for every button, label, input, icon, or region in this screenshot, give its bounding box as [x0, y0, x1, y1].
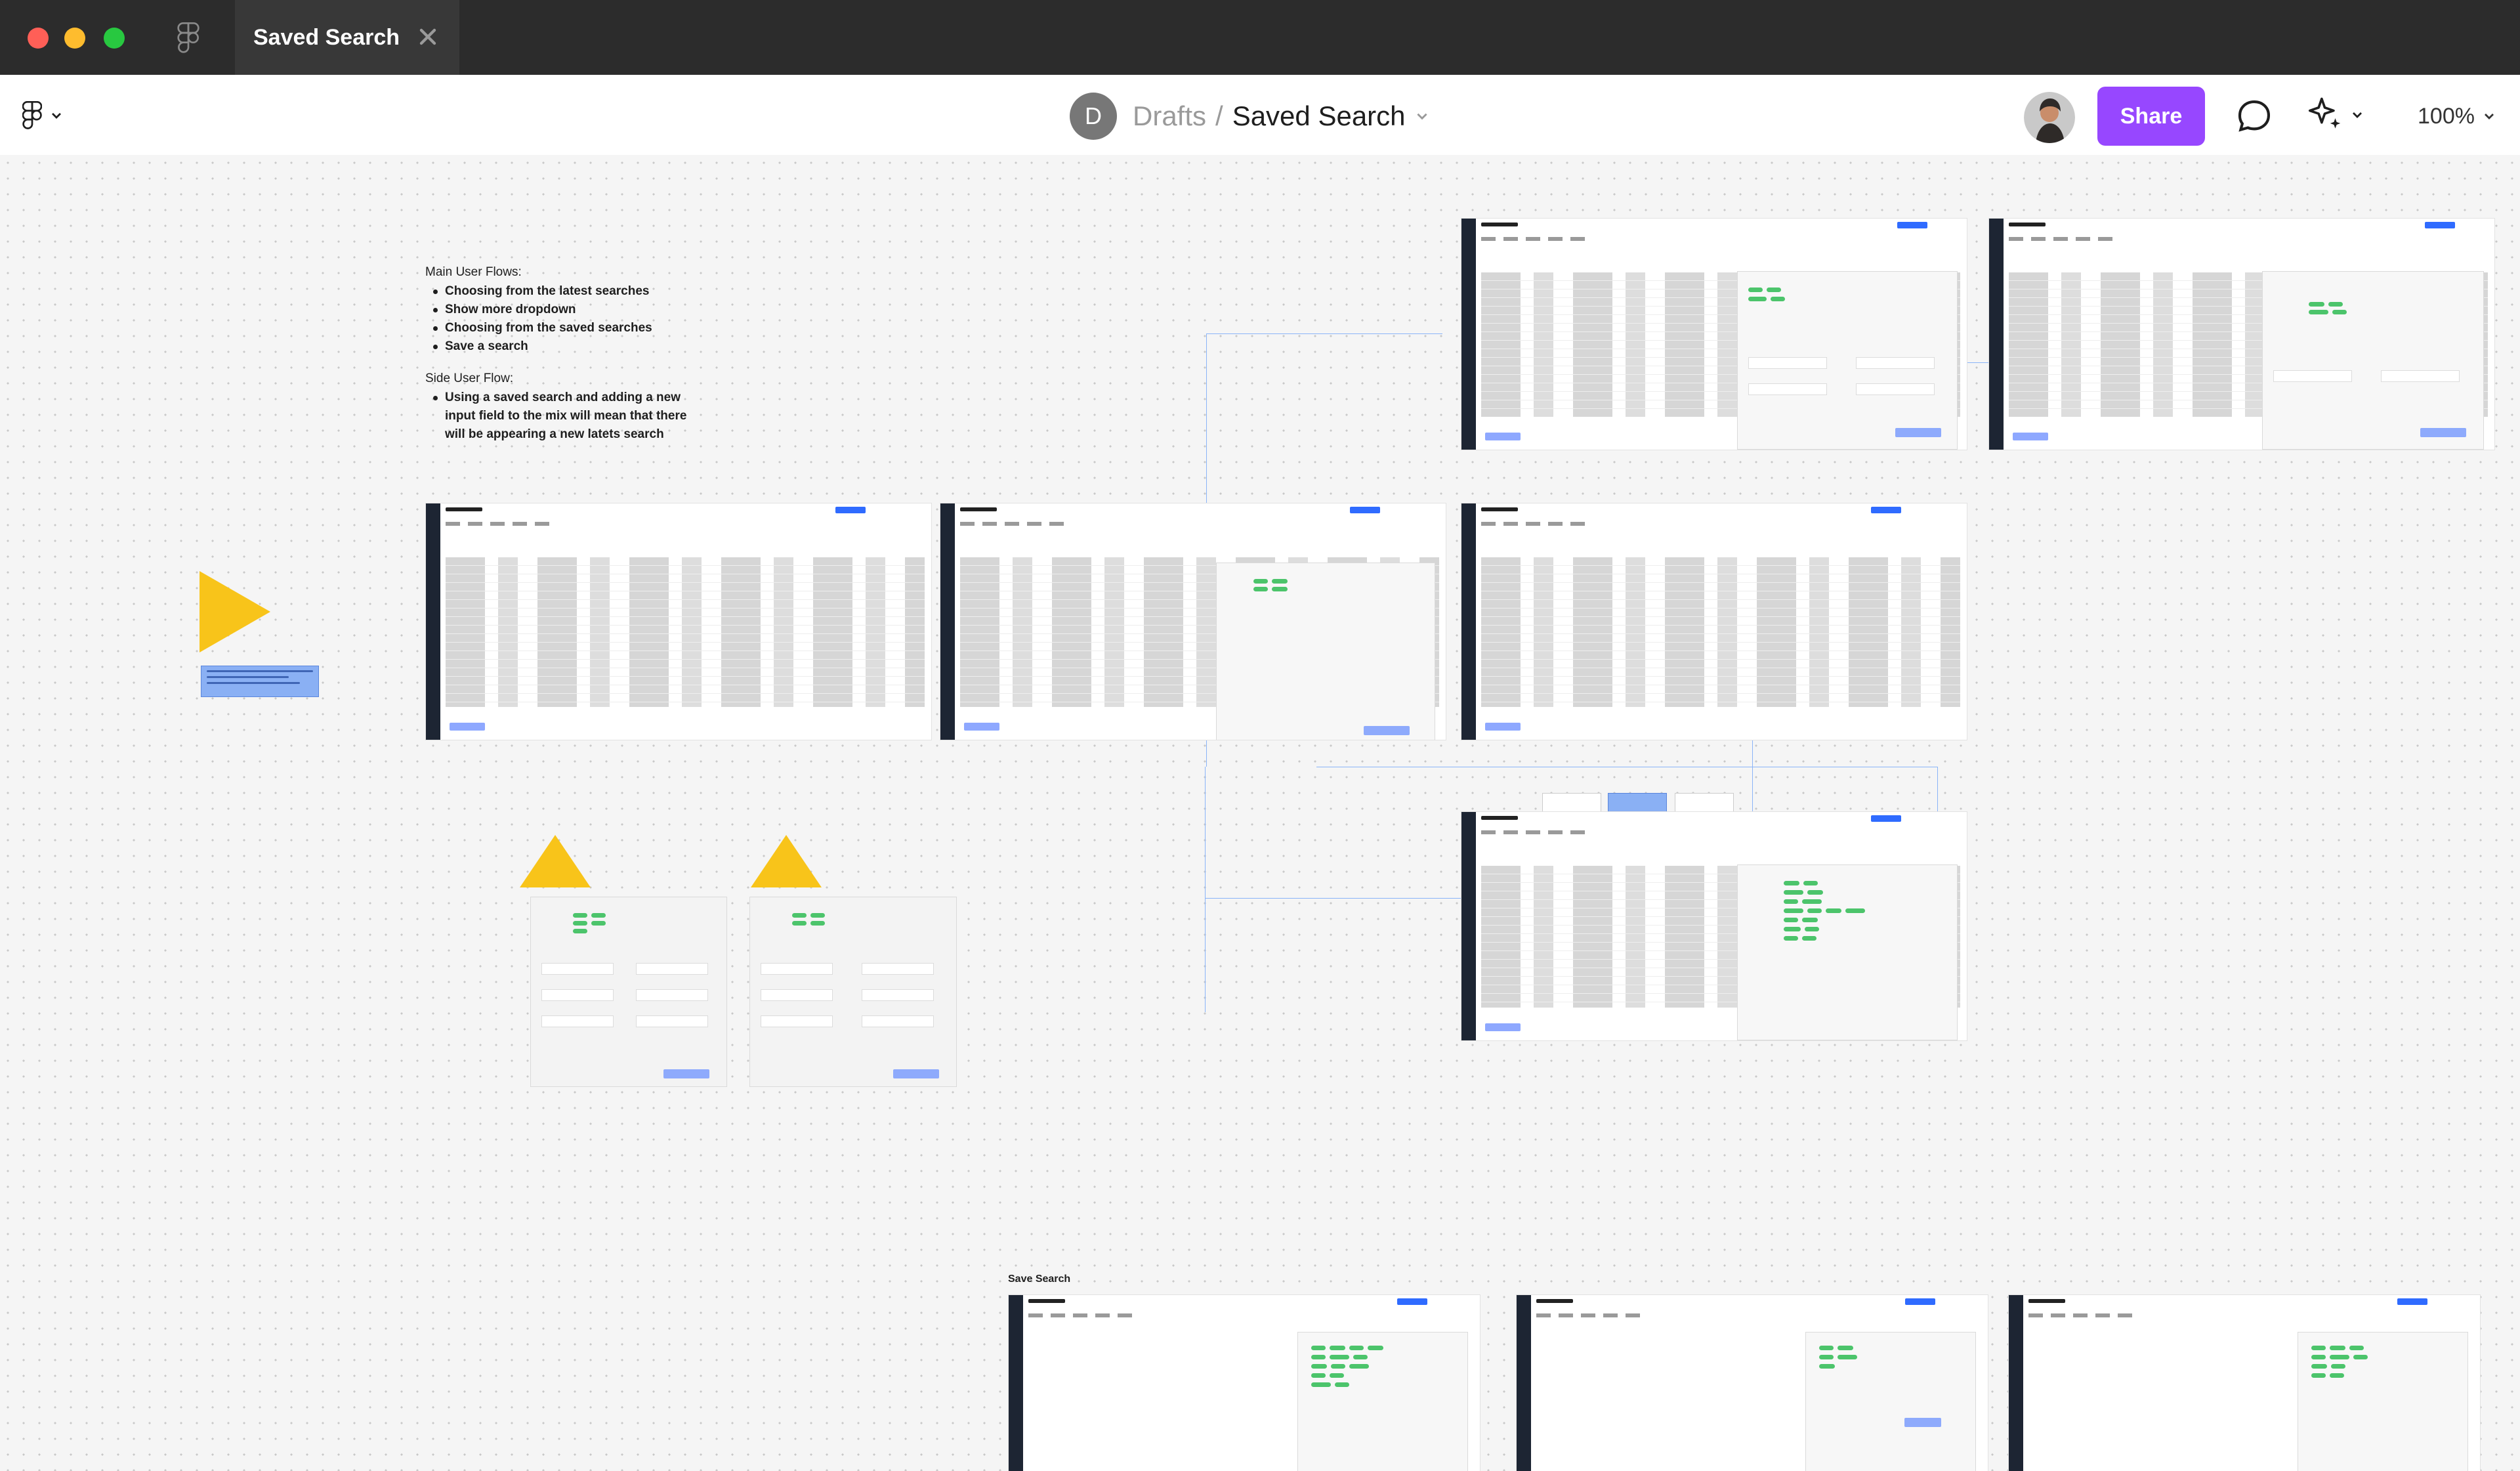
list-item: Choosing from the latest searches	[432, 282, 701, 301]
window-titlebar: Saved Search	[0, 0, 2520, 75]
tab-saved-search[interactable]: Saved Search	[235, 0, 459, 75]
figma-menu-icon	[22, 101, 42, 129]
breadcrumb-separator: /	[1215, 100, 1223, 131]
close-icon[interactable]	[417, 26, 438, 47]
zoom-control[interactable]: 100%	[2418, 93, 2496, 139]
dropdown-popup[interactable]	[1216, 563, 1435, 740]
dropdown-popup[interactable]	[1297, 1332, 1468, 1471]
screen-frame[interactable]	[1461, 503, 1967, 740]
comment-icon[interactable]	[2234, 96, 2275, 137]
flow-start-marker[interactable]	[200, 571, 270, 652]
minimize-window-button[interactable]	[64, 28, 85, 49]
list-item: Using a saved search and adding a new in…	[432, 389, 701, 444]
editor-toolbar: D Drafts / Saved Search Share 100%	[0, 75, 2520, 155]
list-item: Show more dropdown	[432, 301, 701, 319]
chevron-down-icon	[52, 113, 61, 119]
flow-connector	[1205, 898, 1461, 899]
blue-sticky-note[interactable]	[201, 666, 319, 697]
close-window-button[interactable]	[28, 28, 49, 49]
dropdown-popup[interactable]	[2298, 1332, 2468, 1471]
main-flows-heading: Main User Flows:	[425, 265, 522, 279]
screen-frame[interactable]	[425, 503, 932, 740]
dropdown-popup[interactable]	[1737, 864, 1958, 1040]
figma-logo-icon[interactable]	[177, 22, 200, 54]
saved-search-popup[interactable]	[530, 897, 727, 1087]
user-flow-notes[interactable]: Main User Flows: Choosing from the lates…	[425, 265, 701, 459]
tab-title: Saved Search	[253, 24, 400, 50]
warning-sticker[interactable]	[520, 835, 591, 887]
zoom-level: 100%	[2418, 103, 2475, 129]
side-flow-heading: Side User Flow:	[425, 372, 514, 385]
screen-frame[interactable]	[1988, 218, 2495, 450]
dropdown-popup[interactable]	[1737, 271, 1958, 450]
dropdown-popup[interactable]	[1805, 1332, 1976, 1471]
main-flows-list: Choosing from the latest searches Show m…	[432, 282, 701, 356]
chevron-down-icon	[2353, 112, 2362, 118]
screen-frame[interactable]	[1516, 1294, 1988, 1471]
saved-search-popup[interactable]	[749, 897, 957, 1087]
breadcrumb-project[interactable]: Drafts	[1133, 100, 1206, 132]
user-avatar[interactable]	[2024, 92, 2075, 143]
main-menu-button[interactable]	[22, 100, 75, 131]
flow-connector	[1205, 767, 1206, 1012]
chevron-down-icon	[2484, 114, 2494, 119]
screen-frame[interactable]	[2008, 1294, 2481, 1471]
screen-frame[interactable]	[1008, 1294, 1480, 1471]
screen-frame[interactable]	[1461, 218, 1967, 450]
warning-sticker[interactable]	[751, 835, 822, 887]
sparkle-icon	[2308, 97, 2341, 129]
screen-frame[interactable]	[1461, 811, 1967, 1041]
design-canvas[interactable]: Main User Flows: Choosing from the lates…	[0, 155, 2520, 1471]
share-button[interactable]: Share	[2097, 87, 2205, 146]
maximize-window-button[interactable]	[104, 28, 125, 49]
dropdown-popup[interactable]	[2262, 271, 2484, 450]
project-avatar: D	[1070, 93, 1117, 140]
screen-frame[interactable]	[940, 503, 1446, 740]
breadcrumb[interactable]: D Drafts / Saved Search	[1070, 93, 1429, 140]
breadcrumb-file-name[interactable]: Saved Search	[1232, 100, 1406, 132]
section-title: Save Search	[1008, 1273, 1071, 1285]
flow-connector	[1316, 767, 1937, 768]
side-flow-list: Using a saved search and adding a new in…	[432, 389, 701, 444]
ai-actions-button[interactable]	[2305, 93, 2377, 137]
chevron-down-icon[interactable]	[1415, 109, 1429, 123]
list-item: Save a search	[432, 337, 701, 356]
list-item: Choosing from the saved searches	[432, 319, 701, 337]
